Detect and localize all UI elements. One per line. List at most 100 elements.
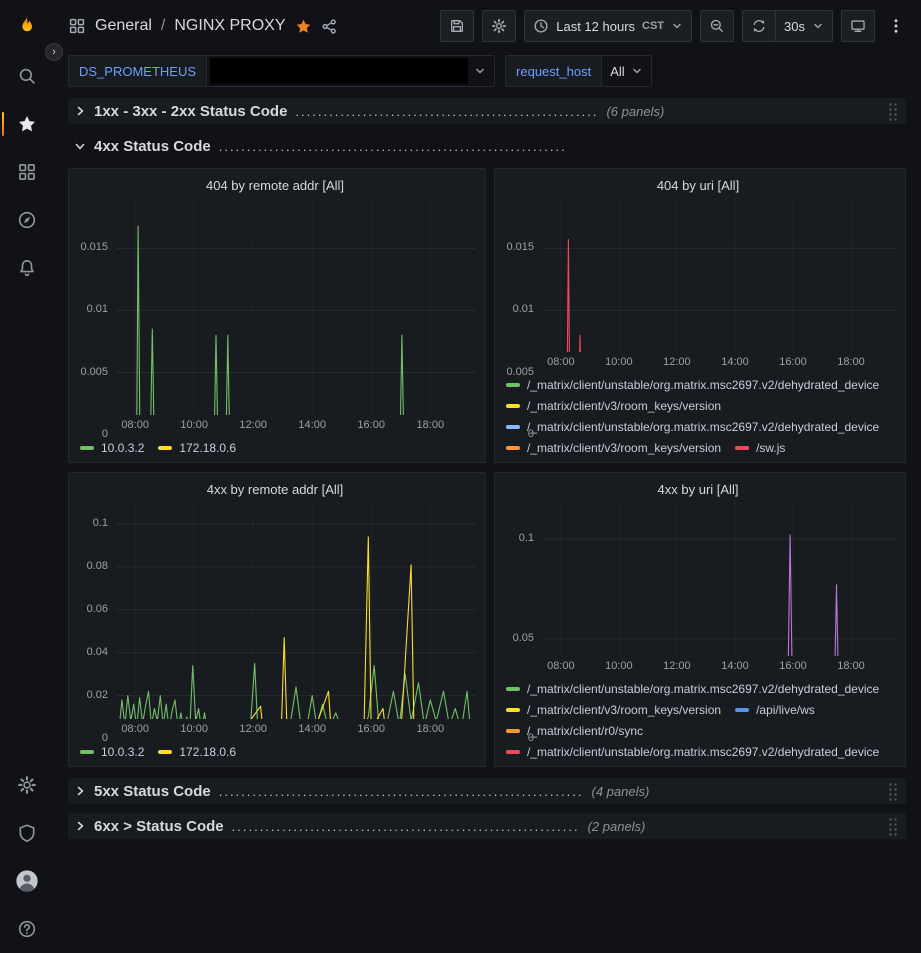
x-tick-label: 12:00 xyxy=(663,356,691,368)
grafana-app: › General / NGINX PROXY xyxy=(0,0,921,953)
legend-item[interactable]: /api/live/ws xyxy=(735,699,815,720)
legend-item[interactable]: 172.18.0.6 xyxy=(158,741,236,762)
y-axis: 00.050.1 xyxy=(500,502,542,656)
dashboard-title[interactable]: NGINX PROXY xyxy=(174,17,285,35)
grafana-flame-icon xyxy=(14,13,40,39)
panel-title[interactable]: 404 by remote addr [All] xyxy=(74,174,476,198)
x-axis: 08:0010:0012:0014:0016:0018:00 xyxy=(542,352,896,371)
legend-item[interactable]: /_matrix/client/v3/room_keys/version xyxy=(506,437,721,458)
y-axis: 00.0050.010.015 xyxy=(500,198,542,352)
request-host-value-dropdown[interactable]: All xyxy=(602,55,651,87)
row-1xx-3xx-2xx[interactable]: 1xx - 3xx - 2xx Status Code ............… xyxy=(68,98,906,124)
legend-item[interactable]: 10.0.3.2 xyxy=(80,741,144,762)
chevron-down-icon xyxy=(74,140,86,152)
x-tick-label: 08:00 xyxy=(121,723,149,735)
x-tick-label: 10:00 xyxy=(180,723,208,735)
grafana-logo[interactable] xyxy=(0,0,54,52)
gear-icon xyxy=(491,18,507,34)
legend-item[interactable]: 172.18.0.6 xyxy=(158,437,236,458)
drag-handle-icon[interactable] xyxy=(888,102,898,121)
legend-item[interactable]: /_matrix/client/unstable/org.matrix.msc2… xyxy=(506,678,879,699)
legend-item[interactable]: /_matrix/client/v3/room_keys/version xyxy=(506,699,721,720)
sidebar-item-alerting[interactable] xyxy=(0,244,54,292)
ellipsis-vertical-icon xyxy=(887,17,905,35)
sidebar-item-profile[interactable] xyxy=(0,857,54,905)
panel-title[interactable]: 4xx by uri [All] xyxy=(500,478,896,502)
request-host-label[interactable]: request_host xyxy=(505,55,602,87)
legend-item[interactable]: /_matrix/client/v3/room_keys/version xyxy=(506,395,721,416)
dashboard-settings-button[interactable] xyxy=(482,10,516,42)
panel-title[interactable]: 4xx by remote addr [All] xyxy=(74,478,476,502)
sidebar-top-nav xyxy=(0,52,54,292)
share-icon[interactable] xyxy=(321,18,338,35)
x-tick-label: 18:00 xyxy=(837,660,865,672)
panel-title[interactable]: 404 by uri [All] xyxy=(500,174,896,198)
sidebar-item-help[interactable] xyxy=(0,905,54,953)
legend-item[interactable]: /_matrix/client/unstable/org.matrix.msc2… xyxy=(506,374,879,395)
y-tick-label: 0.05 xyxy=(513,632,534,644)
panel-404-by-remote-addr: 404 by remote addr [All] 00.0050.010.015… xyxy=(68,168,486,463)
datasource-label[interactable]: DS_PROMETHEUS xyxy=(68,55,207,87)
breadcrumb-folder[interactable]: General xyxy=(95,17,152,35)
drag-handle-icon[interactable] xyxy=(888,817,898,836)
kebab-menu-button[interactable] xyxy=(883,10,909,42)
x-tick-label: 08:00 xyxy=(547,356,575,368)
refresh-button[interactable] xyxy=(742,10,776,42)
y-tick-label: 0.08 xyxy=(87,560,108,572)
x-axis: 08:0010:0012:0014:0016:0018:00 xyxy=(542,656,896,675)
row-panel-count: (4 panels) xyxy=(592,784,650,799)
chart-canvas[interactable] xyxy=(116,502,476,719)
y-tick-label: 0.04 xyxy=(87,646,108,658)
legend-label: 172.18.0.6 xyxy=(179,441,236,455)
datasource-value-dropdown[interactable] xyxy=(207,55,495,87)
zoom-out-button[interactable] xyxy=(700,10,734,42)
legend-item[interactable]: /_matrix/client/unstable/org.matrix.msc2… xyxy=(506,741,879,762)
x-tick-label: 18:00 xyxy=(417,723,445,735)
main-area: General / NGINX PROXY xyxy=(54,0,921,953)
time-range-label: Last 12 hours xyxy=(556,19,635,34)
tv-mode-button[interactable] xyxy=(841,10,875,42)
legend-label: /api/live/ws xyxy=(756,703,815,717)
legend-label: /_matrix/client/v3/room_keys/version xyxy=(527,441,721,455)
y-tick-label: 0 xyxy=(102,732,108,744)
plot-area[interactable] xyxy=(116,198,476,415)
sidebar-item-search[interactable] xyxy=(0,52,54,100)
legend-item[interactable]: /sw.js xyxy=(735,437,785,458)
chevron-down-icon xyxy=(631,65,643,77)
sidebar-item-configuration[interactable] xyxy=(0,761,54,809)
x-tick-label: 16:00 xyxy=(779,356,807,368)
sidebar-item-explore[interactable] xyxy=(0,196,54,244)
time-range-picker[interactable]: Last 12 hours CST xyxy=(524,10,692,42)
y-tick-label: 0.02 xyxy=(87,689,108,701)
x-tick-label: 16:00 xyxy=(357,419,385,431)
y-tick-label: 0.1 xyxy=(519,532,534,544)
plot-area[interactable] xyxy=(116,502,476,719)
sidebar-item-dashboards[interactable] xyxy=(0,148,54,196)
chart-canvas[interactable] xyxy=(542,198,896,352)
chart-canvas[interactable] xyxy=(116,198,476,415)
legend-item[interactable]: /_matrix/client/unstable/org.matrix.msc2… xyxy=(506,416,879,437)
sidebar-item-starred[interactable] xyxy=(0,100,54,148)
plot-area[interactable] xyxy=(542,502,896,656)
chart-canvas[interactable] xyxy=(542,502,896,656)
refresh-interval-dropdown[interactable]: 30s xyxy=(776,10,833,42)
plot-area[interactable] xyxy=(542,198,896,352)
drag-handle-icon[interactable] xyxy=(888,782,898,801)
y-axis: 00.0050.010.015 xyxy=(74,198,116,415)
save-dashboard-button[interactable] xyxy=(440,10,474,42)
row-6xx[interactable]: 6xx > Status Code ......................… xyxy=(68,813,906,839)
search-icon xyxy=(17,66,37,86)
legend-item[interactable]: /_matrix/client/r0/sync xyxy=(506,720,643,741)
favorite-star-icon[interactable] xyxy=(295,18,312,35)
legend-item[interactable]: 10.0.3.2 xyxy=(80,437,144,458)
row-4xx[interactable]: 4xx Status Code ........................… xyxy=(68,133,906,159)
y-tick-label: 0 xyxy=(528,732,534,744)
top-navbar: General / NGINX PROXY xyxy=(54,0,921,52)
sidebar-item-server-admin[interactable] xyxy=(0,809,54,857)
x-tick-label: 08:00 xyxy=(121,419,149,431)
sidebar-expand-button[interactable]: › xyxy=(45,43,63,61)
x-tick-label: 14:00 xyxy=(721,356,749,368)
row-panel-count: (2 panels) xyxy=(588,819,646,834)
y-tick-label: 0.01 xyxy=(87,303,108,315)
row-5xx[interactable]: 5xx Status Code ........................… xyxy=(68,778,906,804)
